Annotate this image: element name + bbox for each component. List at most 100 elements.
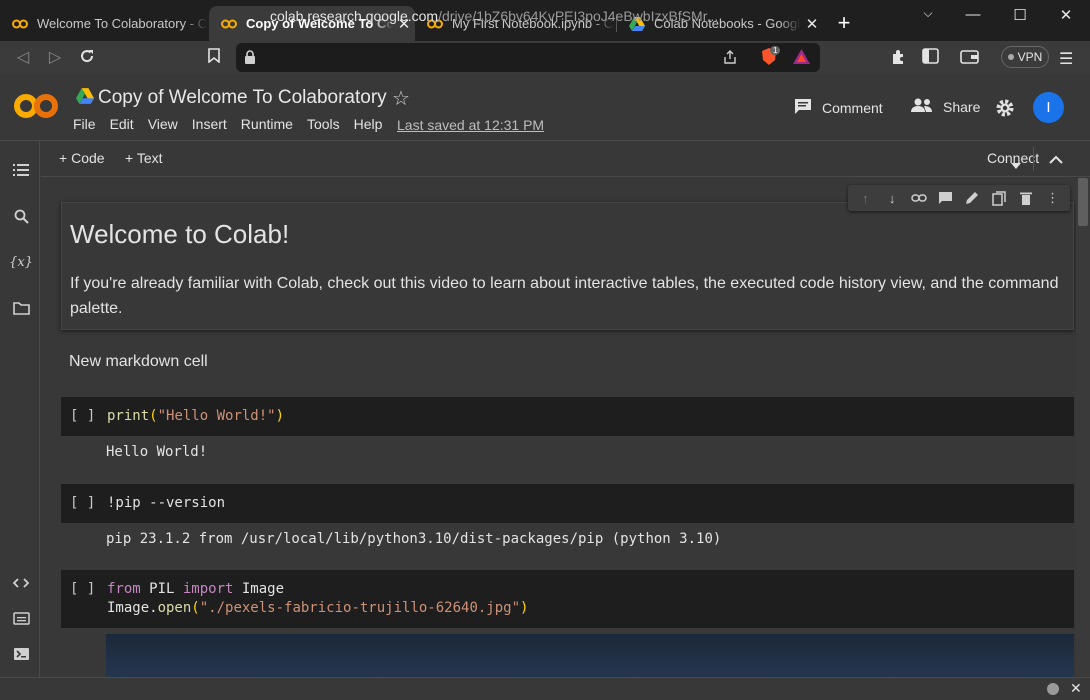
colab-logo-icon [12,16,28,32]
code-token-module: PIL [140,581,183,597]
cell-paragraph: If you're already familiar with Colab, c… [70,275,1059,317]
plus-icon: + [59,150,72,166]
menu-bar: File Edit View Insert Runtime Tools Help [73,116,396,132]
code-token-object: Image. [107,600,158,616]
share-page-icon[interactable] [722,49,738,70]
forward-icon[interactable]: ▷ [45,48,65,68]
colab-header: Copy of Welcome To Colaboratory ☆ File E… [0,74,1090,141]
comment-button[interactable]: Comment [794,98,883,118]
wallet-icon[interactable] [960,49,979,69]
files-folder-icon[interactable] [10,297,32,319]
move-cell-down-icon[interactable]: ↓ [883,189,901,207]
reload-icon[interactable] [77,48,97,68]
code-editor[interactable]: print("Hello World!") [107,407,284,426]
lock-icon[interactable] [244,50,256,69]
add-text-label: Text [136,150,163,166]
star-icon[interactable]: ☆ [392,86,410,111]
close-window-icon[interactable]: ✕ [1043,6,1089,26]
notebook-area: Welcome to Colab! If you're already fami… [41,178,1090,677]
settings-gear-icon[interactable] [995,98,1015,123]
menu-file[interactable]: File [73,116,96,132]
google-drive-icon [76,88,94,109]
command-palette-icon[interactable] [10,607,32,629]
collapse-header-chevron-icon[interactable] [1049,152,1063,170]
back-icon[interactable]: ◁ [13,48,33,68]
last-saved-link[interactable]: Last saved at 12:31 PM [397,117,544,133]
left-rail: {x} [0,141,40,677]
comment-icon [794,98,812,118]
avatar[interactable]: I [1033,92,1064,123]
brave-rewards-icon[interactable] [793,49,810,69]
vpn-label: VPN [1017,50,1043,64]
code-cell-pip-version[interactable]: [ ] !pip --version [61,484,1074,523]
tab-search-chevron-icon[interactable]: ⌵ [905,6,951,26]
code-token-string: "./pexels-fabricio-trujillo-62640.jpg" [199,600,521,616]
code-token-function: open [157,600,192,616]
close-tab-icon[interactable]: ✕ [801,15,823,33]
menu-edit[interactable]: Edit [110,116,134,132]
close-status-icon[interactable]: ✕ [1070,680,1082,697]
cell-toolbar: ↑ ↓ ⋮ [848,185,1070,211]
code-token-keyword: from [107,581,141,597]
colab-logo-icon [221,16,237,32]
run-cell-button[interactable]: [ ] [70,408,95,424]
code-token-paren: ) [520,600,529,616]
code-token-paren: ( [191,600,200,616]
extensions-icon[interactable] [890,48,908,71]
cell-output: Hello World! [106,444,208,460]
code-editor[interactable]: from PIL import Image Image.open("./pexe… [107,580,528,618]
add-code-label: Code [71,150,105,166]
plus-icon: + [125,150,137,166]
add-code-cell-button[interactable]: + Code [59,150,105,166]
browser-menu-icon[interactable]: ☰ [1059,49,1073,69]
maximize-icon[interactable]: ☐ [997,6,1043,26]
status-bar: ✕ [0,677,1090,700]
code-token-function: print [107,408,150,424]
status-indicator-dot [1047,683,1059,695]
search-icon[interactable] [10,205,32,227]
bookmark-icon[interactable] [204,48,224,68]
comment-cell-icon[interactable] [937,189,955,207]
menu-help[interactable]: Help [354,116,383,132]
add-text-cell-button[interactable]: + Text [125,150,163,166]
variables-icon[interactable]: {x} [9,251,33,273]
delete-cell-icon[interactable] [1017,189,1035,207]
tab-title: Welcome To Colaboratory - Colab [37,16,208,31]
text-cell-welcome[interactable]: Welcome to Colab! If you're already fami… [61,202,1074,330]
code-snippets-icon[interactable] [10,572,32,594]
table-of-contents-icon[interactable] [10,159,32,181]
connect-dropdown-chevron-icon[interactable] [1011,156,1021,174]
new-tab-button[interactable]: + [832,12,856,36]
text-cell-markdown[interactable]: New markdown cell [69,353,208,371]
mirror-cell-icon[interactable] [990,189,1008,207]
move-cell-up-icon[interactable]: ↑ [856,189,874,207]
share-label: Share [943,98,981,115]
code-token-paren: ) [275,408,285,424]
tab-welcome-to-colaboratory[interactable]: Welcome To Colaboratory - Colab [0,6,208,41]
code-token-paren: ( [149,408,158,424]
terminal-icon[interactable] [10,643,32,665]
notebook-scrollbar[interactable] [1076,178,1090,677]
minimize-icon[interactable]: — [950,6,996,26]
run-cell-button[interactable]: [ ] [70,581,95,597]
brave-shields-icon[interactable]: 1 [760,46,781,71]
more-options-icon[interactable]: ⋮ [1044,189,1062,207]
menu-view[interactable]: View [148,116,178,132]
run-cell-button[interactable]: [ ] [70,495,95,511]
notebook-title[interactable]: Copy of Welcome To Colaboratory [98,87,387,109]
vpn-status-dot [1007,54,1014,60]
vpn-button[interactable]: VPN [1001,46,1049,68]
menu-tools[interactable]: Tools [307,116,340,132]
link-icon[interactable] [910,189,928,207]
colab-logo-icon[interactable] [14,89,58,128]
scrollbar-thumb[interactable] [1078,178,1088,226]
menu-insert[interactable]: Insert [192,116,227,132]
code-cell-print[interactable]: [ ] print("Hello World!") [61,397,1074,436]
share-button[interactable]: Share [911,98,980,115]
menu-runtime[interactable]: Runtime [241,116,293,132]
url-text[interactable]: colab.research.google.com/drive/1bZ6bv64… [270,8,718,24]
edit-pencil-icon[interactable] [963,189,981,207]
sidebar-icon[interactable] [922,48,939,69]
code-editor[interactable]: !pip --version [107,494,225,513]
code-cell-pil-image[interactable]: [ ] from PIL import Image Image.open("./… [61,570,1074,628]
